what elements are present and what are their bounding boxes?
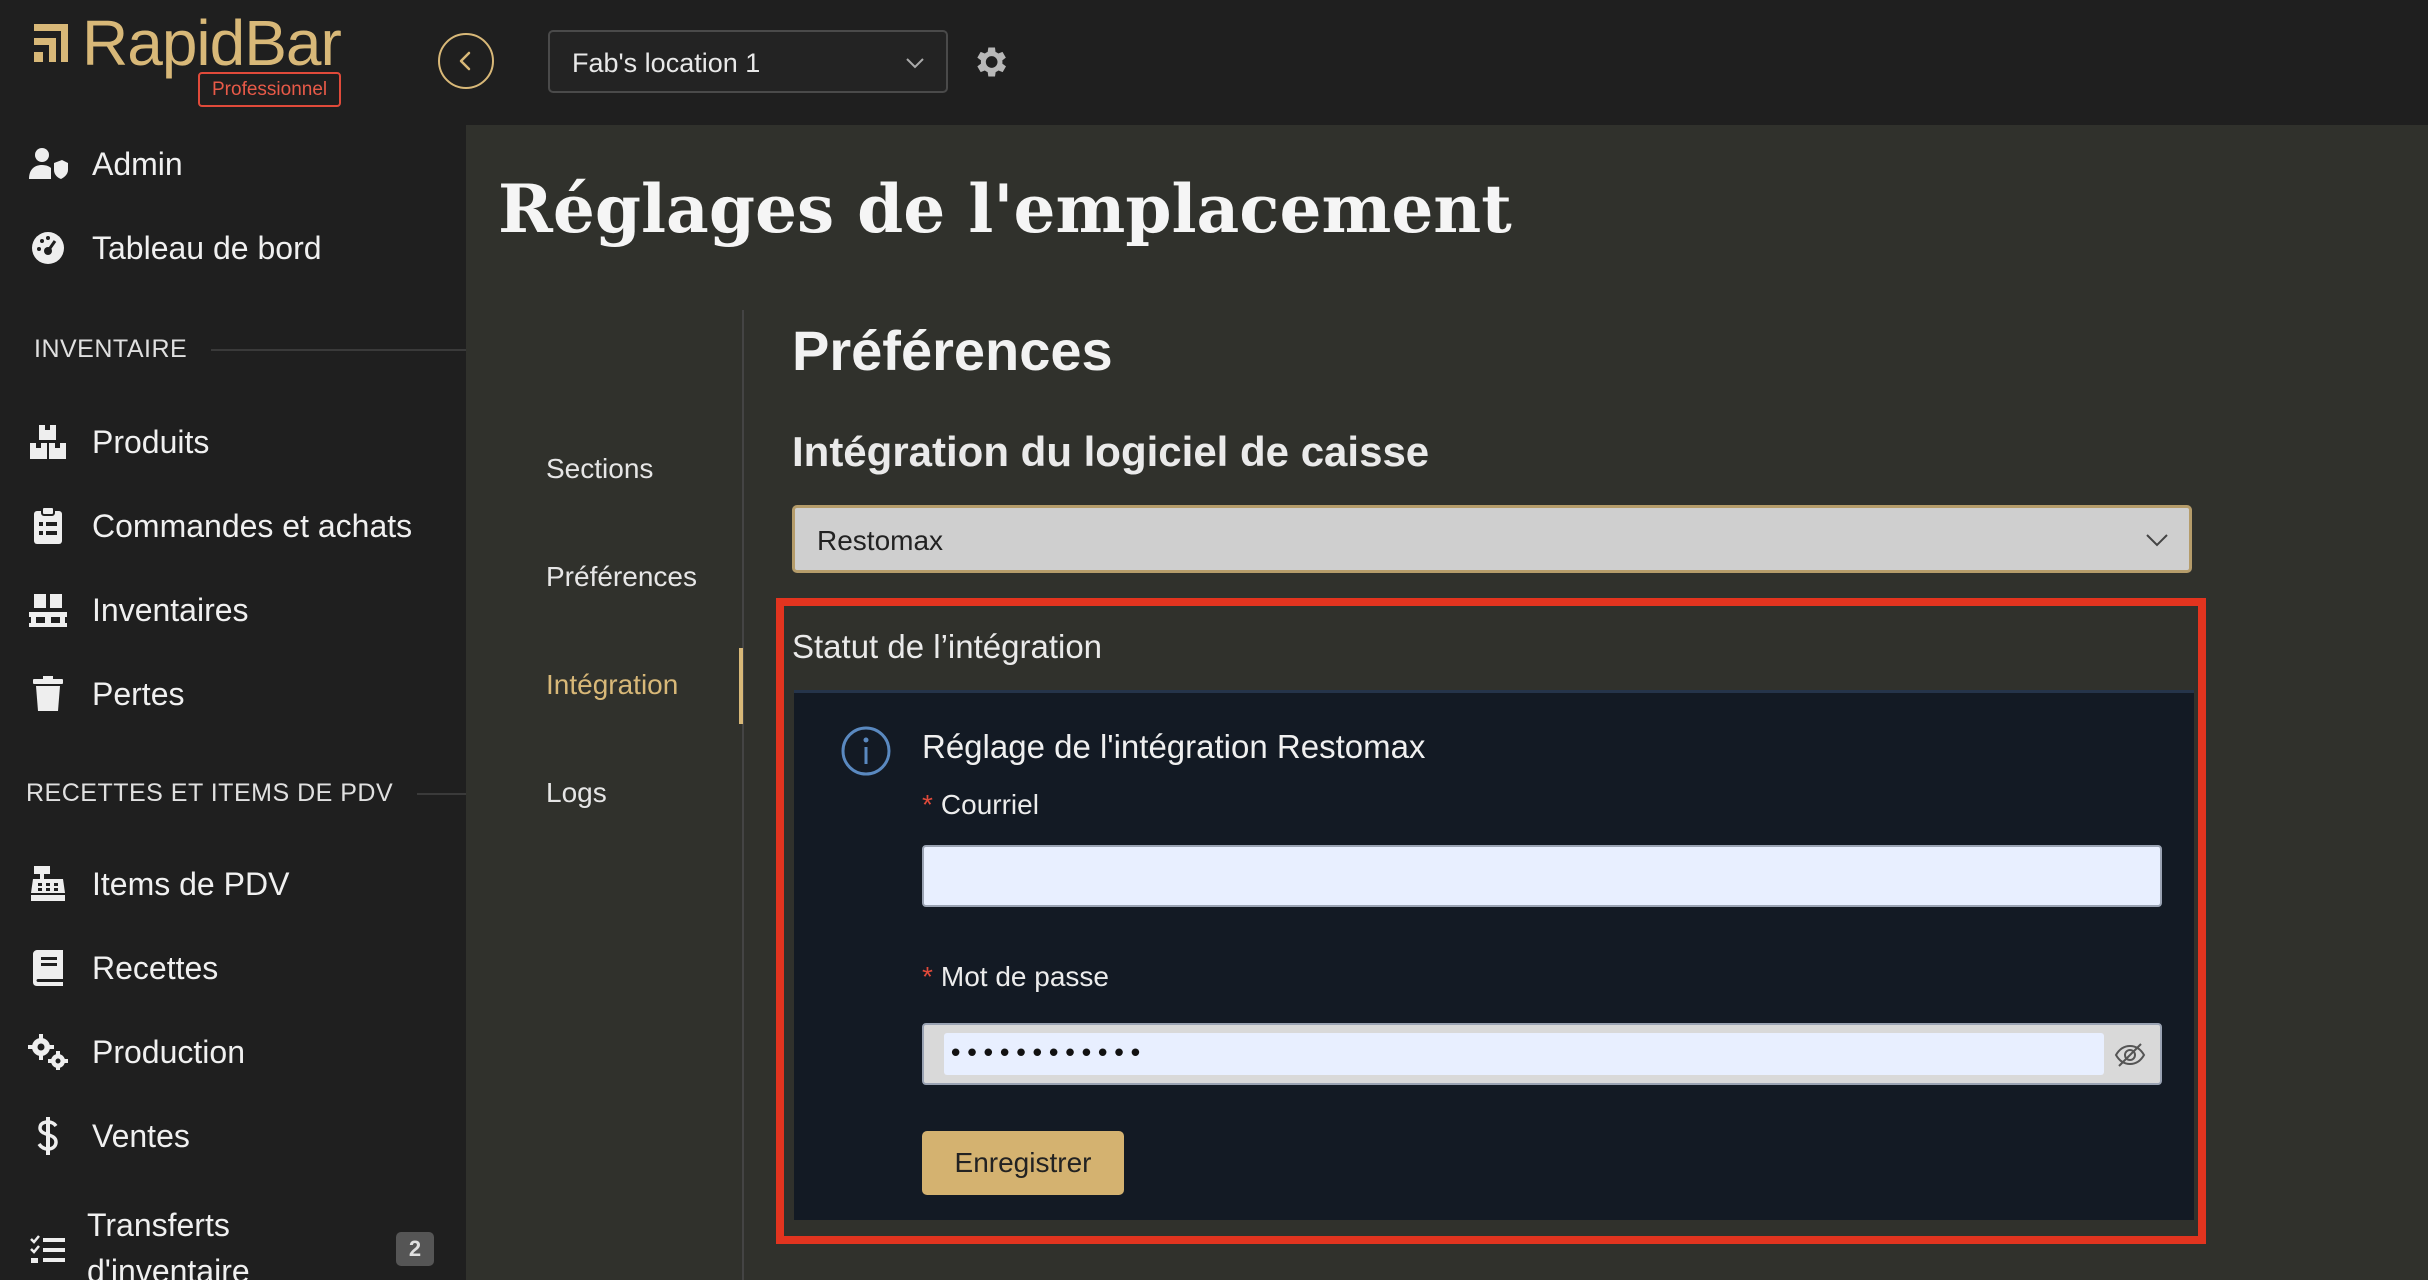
sidebar-item-label: Produits (92, 423, 210, 460)
settings-subnav: Sections Préférences Intégration Logs (466, 310, 744, 1280)
user-shield-icon (28, 144, 68, 184)
sidebar-item-transferts[interactable]: Transferts d'inventaire 2 (0, 1200, 466, 1280)
chevron-down-icon (2146, 534, 2168, 547)
sidebar-item-label: Items de PDV (92, 865, 290, 902)
panel-title: Réglage de l'intégration Restomax (922, 728, 1426, 765)
password-label: * Mot de passe (922, 961, 1109, 993)
logo[interactable]: RapidBar Professionnel (30, 7, 360, 110)
integration-status-title: Statut de l’intégration (792, 628, 1103, 665)
email-label-text: Courriel (940, 789, 1039, 820)
info-icon (841, 726, 891, 776)
page-title: Réglages de l'emplacement (498, 170, 1512, 248)
sidebar-item-produits[interactable]: Produits (0, 407, 466, 477)
sidebar-item-commandes[interactable]: Commandes et achats (0, 491, 466, 561)
password-field[interactable] (944, 1033, 2104, 1075)
active-tab-indicator (739, 648, 743, 724)
section-label: RECETTES ET ITEMS DE PDV (26, 779, 418, 808)
trash-icon (28, 674, 68, 714)
section-title: Préférences (792, 319, 1113, 382)
section-divider (200, 349, 466, 351)
list-check-icon (28, 1230, 68, 1270)
password-field-wrapper (922, 1023, 2162, 1085)
sidebar-item-label: Recettes (92, 949, 219, 986)
sidebar-item-label: Ventes (92, 1117, 190, 1154)
sidebar-item-label: Inventaires (92, 591, 249, 628)
sidebar: Admin Tableau de bord INVENTAIRE Produit… (0, 125, 466, 1280)
sidebar-item-pertes[interactable]: Pertes (0, 659, 466, 729)
section-recettes: RECETTES ET ITEMS DE PDV (0, 773, 466, 813)
pos-software-select[interactable]: Restomax (792, 505, 2192, 573)
integration-settings-panel: Réglage de l'intégration Restomax * Courr… (794, 690, 2194, 1220)
chevron-down-icon (906, 58, 924, 69)
boxes-icon (28, 422, 68, 462)
tab-integration[interactable]: Intégration (546, 669, 678, 701)
count-badge: 2 (396, 1232, 434, 1266)
subsection-title: Intégration du logiciel de caisse (792, 428, 1430, 475)
logo-mark-icon (34, 24, 68, 62)
gears-icon (28, 1032, 68, 1072)
location-select-value: Fab's location 1 (572, 48, 761, 78)
sidebar-item-items-pdv[interactable]: Items de PDV (0, 849, 466, 919)
pallet-icon (28, 590, 68, 630)
tab-preferences[interactable]: Préférences (546, 561, 697, 593)
chevron-left-icon (459, 51, 471, 71)
sidebar-item-label: Commandes et achats (92, 507, 413, 544)
logo-text: RapidBar (82, 7, 342, 79)
book-icon (28, 948, 68, 988)
sidebar-item-dashboard[interactable]: Tableau de bord (0, 213, 466, 283)
clipboard-icon (28, 506, 68, 546)
dashboard-icon (28, 228, 68, 268)
pos-software-select-value: Restomax (817, 525, 944, 556)
tab-sections[interactable]: Sections (546, 453, 653, 485)
sidebar-item-label: Pertes (92, 675, 185, 712)
sidebar-item-label: Admin (92, 145, 183, 182)
email-label: * Courriel (922, 789, 1039, 821)
sidebar-item-production[interactable]: Production (0, 1017, 466, 1087)
cash-register-icon (28, 864, 68, 904)
subnav-divider (742, 310, 744, 1280)
main-content: Réglages de l'emplacement Sections Préfé… (466, 125, 2428, 1280)
location-select[interactable]: Fab's location 1 (548, 30, 948, 93)
sidebar-item-label: Transferts d'inventaire (87, 1207, 250, 1280)
dollar-icon (28, 1116, 68, 1156)
gear-icon[interactable] (970, 42, 1010, 82)
eye-slash-icon[interactable] (2114, 1039, 2146, 1071)
tab-logs[interactable]: Logs (546, 777, 607, 809)
required-mark: * (922, 789, 933, 820)
sidebar-item-inventaires[interactable]: Inventaires (0, 575, 466, 645)
sidebar-item-label: Tableau de bord (92, 229, 322, 266)
sidebar-item-label: Production (92, 1033, 245, 1070)
password-label-text: Mot de passe (940, 961, 1110, 992)
sidebar-item-admin[interactable]: Admin (0, 129, 466, 199)
top-bar: RapidBar Professionnel Fab's location 1 (0, 0, 2428, 125)
save-button[interactable]: Enregistrer (922, 1131, 1124, 1195)
section-inventaire: INVENTAIRE (0, 329, 466, 369)
required-mark: * (922, 961, 933, 992)
plan-badge: Professionnel (198, 72, 342, 107)
sidebar-item-ventes[interactable]: Ventes (0, 1101, 466, 1171)
email-field[interactable] (922, 845, 2162, 907)
collapse-sidebar-button[interactable] (438, 33, 494, 89)
sidebar-item-recettes[interactable]: Recettes (0, 933, 466, 1003)
section-label: INVENTAIRE (34, 335, 212, 364)
